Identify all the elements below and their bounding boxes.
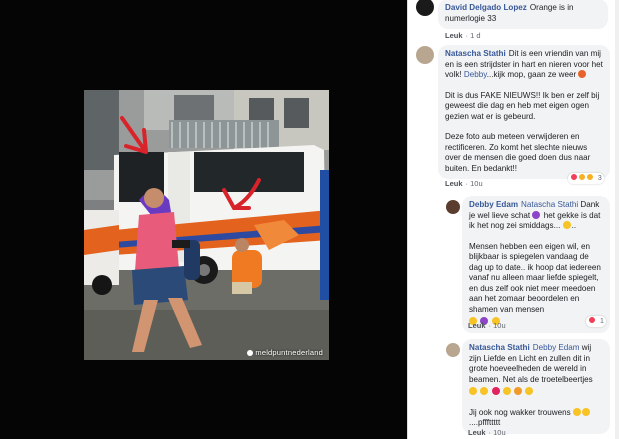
mention-link[interactable]: Debby Edam bbox=[533, 343, 580, 352]
smile-emoji-icon bbox=[502, 387, 511, 395]
comment-time[interactable]: 10u bbox=[470, 179, 483, 188]
love-reaction-icon bbox=[570, 173, 578, 181]
smile-emoji-icon bbox=[480, 387, 489, 395]
photo-scene bbox=[84, 90, 329, 360]
emoji-row bbox=[469, 387, 603, 398]
comment-author[interactable]: Natascha Stathi bbox=[445, 49, 506, 58]
comment-time[interactable]: 1 d bbox=[470, 31, 480, 40]
angry-emoji-icon bbox=[578, 70, 587, 78]
like-link[interactable]: Leuk bbox=[468, 321, 486, 330]
comment-text: ...kijk mop, gaan ze weer bbox=[486, 70, 577, 79]
comment-text: Dit is dus FAKE NIEUWS!! Ik ben er zelf … bbox=[445, 90, 600, 121]
comment-text: Mensen hebben een eigen wil, en blijkbaa… bbox=[469, 241, 601, 314]
post-photo[interactable]: meldpuntnederland bbox=[84, 90, 329, 360]
smile-emoji-icon bbox=[581, 407, 590, 416]
reply-bubble: Debby Edam Natascha Stathi Dank je wel li… bbox=[462, 196, 610, 333]
comment-time[interactable]: 10u bbox=[493, 428, 506, 437]
mention-link[interactable]: Debby bbox=[464, 70, 487, 79]
comment-actions: Leuk · 10u bbox=[468, 428, 506, 437]
comment-bubble: David Delgado Lopez Orange is in numerlog… bbox=[438, 0, 608, 29]
like-link[interactable]: Leuk bbox=[468, 428, 486, 437]
comment-time[interactable]: 10u bbox=[493, 321, 506, 330]
reaction-summary[interactable]: 1 bbox=[586, 316, 606, 327]
hug-emoji-icon bbox=[469, 387, 477, 395]
comment-actions: Leuk · 10u bbox=[445, 179, 483, 188]
comment-author[interactable]: David Delgado Lopez bbox=[445, 3, 527, 12]
like-link[interactable]: Leuk bbox=[445, 31, 463, 40]
avatar[interactable] bbox=[416, 46, 434, 64]
like-link[interactable]: Leuk bbox=[445, 179, 463, 188]
love-reaction-icon bbox=[588, 316, 596, 324]
avatar[interactable] bbox=[446, 343, 460, 357]
reaction-count: 3 bbox=[597, 175, 602, 182]
reaction-count: 1 bbox=[599, 318, 604, 325]
comment-text: Jij ook nog wakker trouwens bbox=[469, 407, 571, 417]
comments-panel: David Delgado Lopez Orange is in numerlog… bbox=[407, 0, 619, 439]
heart-eyes-emoji-icon bbox=[525, 387, 534, 395]
comment-text: Deze foto aub meteen verwijderen en rect… bbox=[445, 132, 591, 173]
heart-emoji-icon bbox=[491, 387, 500, 395]
mention-link[interactable]: Natascha Stathi bbox=[521, 200, 578, 209]
laugh-reaction-icon bbox=[577, 173, 586, 181]
comment-author[interactable]: Debby Edam bbox=[469, 200, 518, 209]
comment-bubble: Natascha Stathi Dit is een vriendin van m… bbox=[438, 45, 610, 179]
laugh-emoji-icon bbox=[572, 407, 581, 416]
scrollbar[interactable] bbox=[615, 0, 619, 439]
comment-text: ....pfffttttt bbox=[469, 418, 501, 427]
comment-actions: Leuk · 10u bbox=[468, 321, 506, 330]
media-viewer: meldpuntnederland bbox=[0, 0, 407, 439]
avatar[interactable] bbox=[446, 200, 460, 214]
reply-bubble: Natascha Stathi Debby Edam wij zijn Liefd… bbox=[462, 339, 610, 434]
kiss-emoji-icon bbox=[514, 387, 522, 395]
comment-author[interactable]: Natascha Stathi bbox=[469, 343, 530, 352]
wow-reaction-icon bbox=[585, 173, 594, 181]
avatar[interactable] bbox=[416, 0, 434, 16]
comment-actions: Leuk · 1 d bbox=[445, 31, 481, 40]
smile-emoji-icon bbox=[562, 221, 571, 229]
purple-heart-emoji-icon bbox=[532, 210, 541, 219]
watermark: meldpuntnederland bbox=[247, 348, 323, 357]
reaction-summary[interactable]: 3 bbox=[568, 173, 604, 184]
